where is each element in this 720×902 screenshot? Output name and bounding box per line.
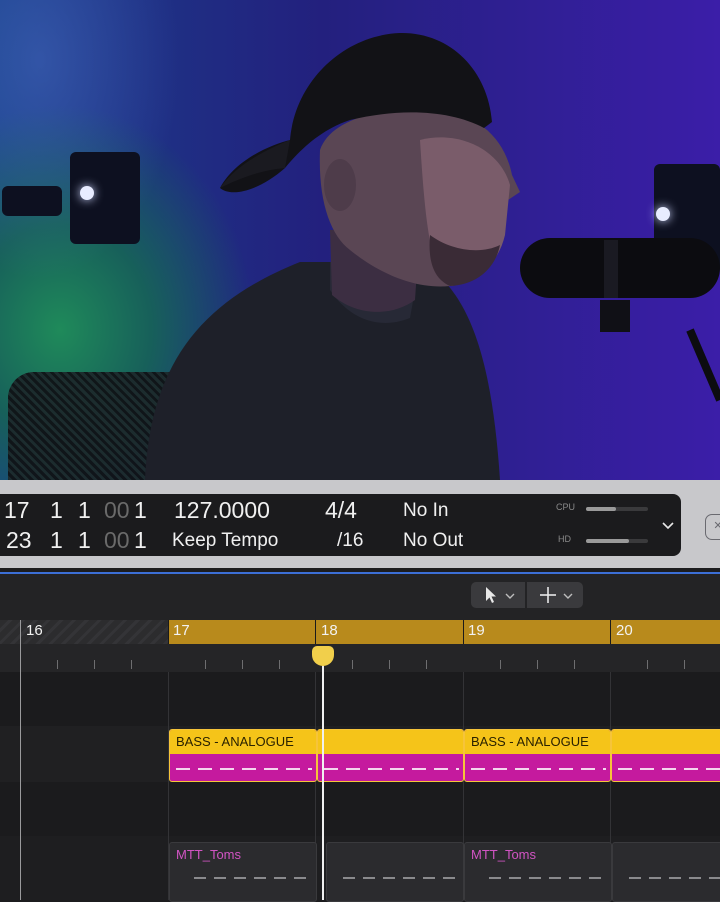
end-position-bar: 23 (6, 527, 32, 553)
bar-number: 17 (173, 622, 190, 639)
midi-region-toms[interactable] (612, 842, 720, 902)
chevron-down-icon[interactable] (661, 518, 675, 532)
cpu-label: CPU (556, 502, 576, 512)
ruler-tick (352, 660, 353, 669)
region-notes (629, 877, 720, 879)
camera-video-frame (0, 0, 720, 480)
chevron-down-icon (505, 593, 515, 599)
ruler-tick (205, 660, 206, 669)
region-notes (343, 877, 459, 879)
region-name: BASS - ANALOGUE (465, 730, 610, 754)
ruler-tick (279, 660, 280, 669)
ruler-tick (684, 660, 685, 669)
ruler-tick (500, 660, 501, 669)
region-name: MTT_Toms (176, 847, 241, 862)
cycle-range[interactable] (168, 620, 720, 644)
region-name (612, 730, 720, 754)
chevron-down-icon (563, 593, 573, 599)
secondary-tool-button[interactable] (527, 582, 583, 608)
ruler-tick (242, 660, 243, 669)
audio-region-bass[interactable] (317, 729, 464, 782)
hd-label: HD (558, 534, 571, 544)
end-position-tick: 1 (134, 527, 147, 553)
tracks-toolbar (0, 574, 720, 620)
pointer-arrow-icon (486, 587, 496, 603)
region-name (318, 730, 463, 754)
left-locator-line (20, 620, 21, 900)
ruler-tick (389, 660, 390, 669)
cpu-meter[interactable] (586, 507, 648, 511)
pointer-tool-button[interactable] (471, 582, 525, 608)
bar-divider (168, 620, 169, 644)
bar-divider (610, 620, 611, 644)
position-tick: 1 (134, 497, 147, 523)
region-name (613, 843, 720, 867)
midi-region-toms[interactable] (326, 842, 464, 902)
audio-region-bass[interactable] (611, 729, 720, 782)
region-waveform (471, 768, 606, 770)
region-notes (489, 877, 607, 879)
bar-number: 19 (468, 622, 485, 639)
region-notes (194, 877, 312, 879)
ruler-tick (426, 660, 427, 669)
ruler-tick (537, 660, 538, 669)
position-tick-dim: 00 (104, 497, 130, 523)
bar-number: 20 (616, 622, 633, 639)
bar-divider (315, 620, 316, 644)
ruler-tick (647, 660, 648, 669)
end-position-division: 1 (78, 527, 91, 553)
tempo-mode[interactable]: Keep Tempo (172, 530, 278, 552)
crosshair-icon (540, 587, 556, 603)
lcd-display[interactable]: 17 1 1 00 1 23 1 1 00 1 127.0000 Keep Te… (0, 494, 681, 556)
region-name: BASS - ANALOGUE (170, 730, 316, 754)
ruler-tick (57, 660, 58, 669)
toolbar-edge-icon[interactable]: ✕ (705, 514, 720, 540)
bar-number: 16 (26, 622, 43, 639)
region-waveform (324, 768, 459, 770)
region-waveform (618, 768, 720, 770)
ruler-tick (131, 660, 132, 669)
region-waveform (176, 768, 312, 770)
ruler-tick (574, 660, 575, 669)
position-beat: 1 (50, 497, 63, 523)
end-position-beat: 1 (50, 527, 63, 553)
audio-region-bass[interactable]: BASS - ANALOGUE (464, 729, 611, 782)
region-name: MTT_Toms (471, 847, 536, 862)
playhead-line[interactable] (322, 660, 324, 900)
microphone-icon (520, 238, 720, 402)
end-position-tick-dim: 00 (104, 527, 130, 553)
position-division: 1 (78, 497, 91, 523)
midi-in-status: No In (403, 500, 449, 521)
midi-region-toms[interactable]: MTT_Toms (464, 842, 612, 902)
region-name (327, 843, 463, 867)
time-signature[interactable]: 4/4 (325, 497, 357, 524)
bar-divider (463, 620, 464, 644)
ruler-tick (94, 660, 95, 669)
division-value[interactable]: /16 (337, 530, 363, 552)
tempo-value[interactable]: 127.0000 (174, 497, 270, 524)
bar-number: 18 (321, 622, 338, 639)
audio-region-bass[interactable]: BASS - ANALOGUE (169, 729, 317, 782)
position-bar: 17 (4, 497, 30, 523)
midi-region-toms[interactable]: MTT_Toms (169, 842, 317, 902)
hd-meter[interactable] (586, 539, 648, 543)
midi-out-status: No Out (403, 530, 464, 551)
